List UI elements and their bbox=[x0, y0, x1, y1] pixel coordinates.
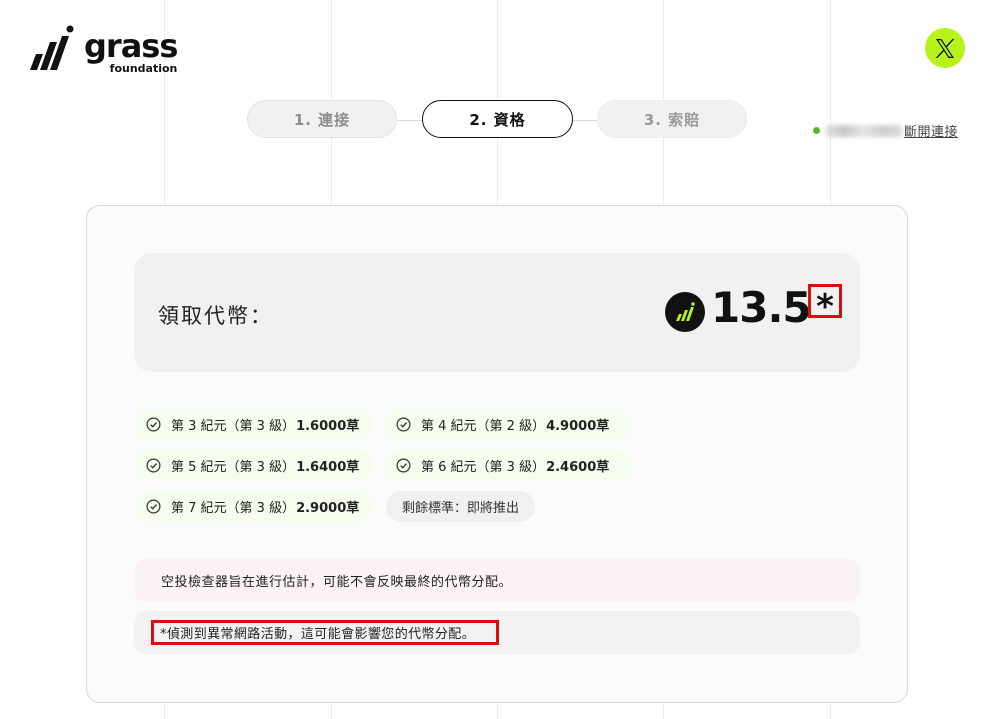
epoch-chip: 第 6 紀元（第 3 級） 2.4600草 bbox=[385, 450, 631, 481]
network-warning-text: *偵測到異常網路活動，這可能會影響您的代幣分配。 bbox=[160, 627, 476, 642]
grass-logo[interactable]: grass foundation bbox=[28, 24, 178, 74]
grass-logo-icon bbox=[30, 25, 74, 70]
step-eligibility[interactable]: 2. 資格 bbox=[422, 100, 573, 138]
disconnect-link[interactable]: 斷開連接 bbox=[904, 121, 958, 140]
remaining-criteria-chip: 剩餘標準：即將推出 bbox=[386, 491, 536, 522]
epoch-chip: 第 3 紀元（第 3 級） 1.6000草 bbox=[135, 409, 372, 440]
network-warning: *偵測到異常網路活動，這可能會影響您的代幣分配。 bbox=[134, 611, 860, 654]
epoch-chip: 第 4 紀元（第 2 級） 4.9000草 bbox=[385, 409, 631, 440]
check-circle-icon bbox=[396, 417, 411, 432]
reward-panel: 領取代幣： 13.5 * bbox=[134, 253, 860, 372]
step-claim[interactable]: 3. 索賠 bbox=[597, 100, 747, 138]
reward-amount: 13.5 bbox=[711, 283, 812, 332]
epoch-label: 第 4 紀元（第 2 級） bbox=[421, 419, 546, 434]
connected-status-dot bbox=[813, 127, 820, 134]
check-circle-icon bbox=[146, 417, 161, 432]
epoch-amount: 2.9000草 bbox=[296, 501, 360, 516]
epoch-amount: 4.9000草 bbox=[546, 419, 610, 434]
epoch-amount: 1.6000草 bbox=[296, 419, 360, 434]
check-circle-icon bbox=[146, 458, 161, 473]
epoch-label: 第 5 紀元（第 3 級） bbox=[171, 460, 296, 475]
warning-highlight: *偵測到異常網路活動，這可能會影響您的代幣分配。 bbox=[151, 620, 499, 645]
check-circle-icon bbox=[396, 458, 411, 473]
reward-asterisk-highlight: * bbox=[808, 284, 842, 327]
grass-token-icon bbox=[665, 292, 705, 332]
x-icon bbox=[935, 38, 955, 58]
estimate-disclaimer-text: 空投檢查器旨在進行估計，可能不會反映最終的代幣分配。 bbox=[161, 575, 513, 590]
wallet-address-redacted bbox=[826, 124, 902, 137]
epoch-label: 第 6 紀元（第 3 級） bbox=[421, 460, 546, 475]
reward-asterisk: * bbox=[816, 287, 834, 327]
epoch-amount: 2.4600草 bbox=[546, 460, 610, 475]
step-connect[interactable]: 1. 連接 bbox=[247, 100, 397, 138]
epoch-chip: 第 5 紀元（第 3 級） 1.6400草 bbox=[135, 450, 372, 481]
epoch-chip: 第 7 紀元（第 3 級） 2.9000草 bbox=[135, 491, 372, 522]
brand-name: grass bbox=[84, 27, 178, 65]
epoch-label: 第 7 紀元（第 3 級） bbox=[171, 501, 296, 516]
x-social-button[interactable] bbox=[925, 28, 965, 68]
check-circle-icon bbox=[146, 499, 161, 514]
reward-label: 領取代幣： bbox=[158, 304, 273, 328]
estimate-disclaimer: 空投檢查器旨在進行估計，可能不會反映最終的代幣分配。 bbox=[134, 559, 860, 602]
epoch-amount: 1.6400草 bbox=[296, 460, 360, 475]
wallet-status: 斷開連接 bbox=[813, 121, 958, 140]
epoch-label: 第 3 紀元（第 3 級） bbox=[171, 419, 296, 434]
